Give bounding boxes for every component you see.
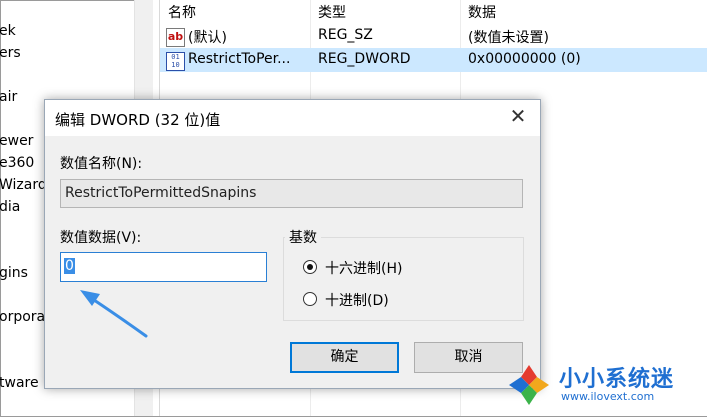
watermark: 小小系统迷 www.ilovext.com [507, 359, 697, 411]
list-row-default[interactable]: ab (默认) REG_SZ (数值未设置) [160, 24, 707, 48]
dialog-body: 数值名称(N): RestrictToPermittedSnapins 数值数据… [45, 136, 540, 388]
tree-item[interactable]: ek [0, 23, 16, 39]
value-type: REG_SZ [318, 27, 373, 43]
list-row-restrict[interactable]: 01 10 RestrictToPer... REG_DWORD 0x000000… [160, 48, 707, 72]
ok-button[interactable]: 确定 [290, 342, 399, 373]
hex-radio-label[interactable]: 十六进制(H) [325, 258, 402, 278]
tree-item[interactable]: e360 [0, 155, 34, 171]
string-value-icon: ab [166, 28, 185, 47]
decimal-radio-label[interactable]: 十进制(D) [325, 290, 389, 310]
watermark-url: www.ilovext.com [561, 390, 655, 403]
column-header-type[interactable]: 类型 [318, 2, 346, 22]
dialog-title: 编辑 DWORD (32 位)值 [55, 111, 221, 129]
column-header-name[interactable]: 名称 [168, 2, 196, 22]
tree-item[interactable]: Wizard [0, 177, 47, 193]
decimal-radio[interactable] [303, 292, 317, 306]
watermark-name: 小小系统迷 [559, 367, 675, 392]
value-name: (默认) [188, 30, 227, 46]
value-name-field: RestrictToPermittedSnapins [60, 179, 523, 208]
tree-item[interactable]: air [0, 89, 17, 105]
tree-item[interactable]: ewer [0, 133, 33, 149]
value-type: REG_DWORD [318, 51, 411, 67]
value-name: RestrictToPer... [188, 51, 291, 67]
tree-item[interactable]: tware [0, 375, 39, 391]
tree-item[interactable]: gins [0, 265, 28, 281]
value-data-text: 0 [64, 258, 75, 274]
watermark-logo-icon [509, 365, 549, 405]
value-data: (数值未设置) [468, 30, 549, 46]
value-data-label: 数值数据(V): [60, 230, 142, 246]
edit-dword-dialog: 编辑 DWORD (32 位)值 ✕ 数值名称(N): RestrictToPe… [44, 99, 541, 389]
value-name-label: 数值名称(N): [60, 156, 143, 172]
close-icon[interactable]: ✕ [506, 105, 530, 129]
base-groupbox [283, 237, 524, 321]
column-header-data[interactable]: 数据 [468, 2, 496, 22]
binary-value-icon: 01 10 [166, 52, 185, 71]
value-data: 0x00000000 (0) [468, 51, 581, 67]
radio-checked-dot [307, 264, 313, 270]
hex-radio[interactable] [303, 260, 317, 274]
tree-item[interactable]: dia [0, 199, 20, 215]
tree-item[interactable]: ers [0, 45, 21, 61]
base-group-title: 基数 [285, 227, 321, 247]
value-data-input[interactable]: 0 [60, 252, 267, 282]
